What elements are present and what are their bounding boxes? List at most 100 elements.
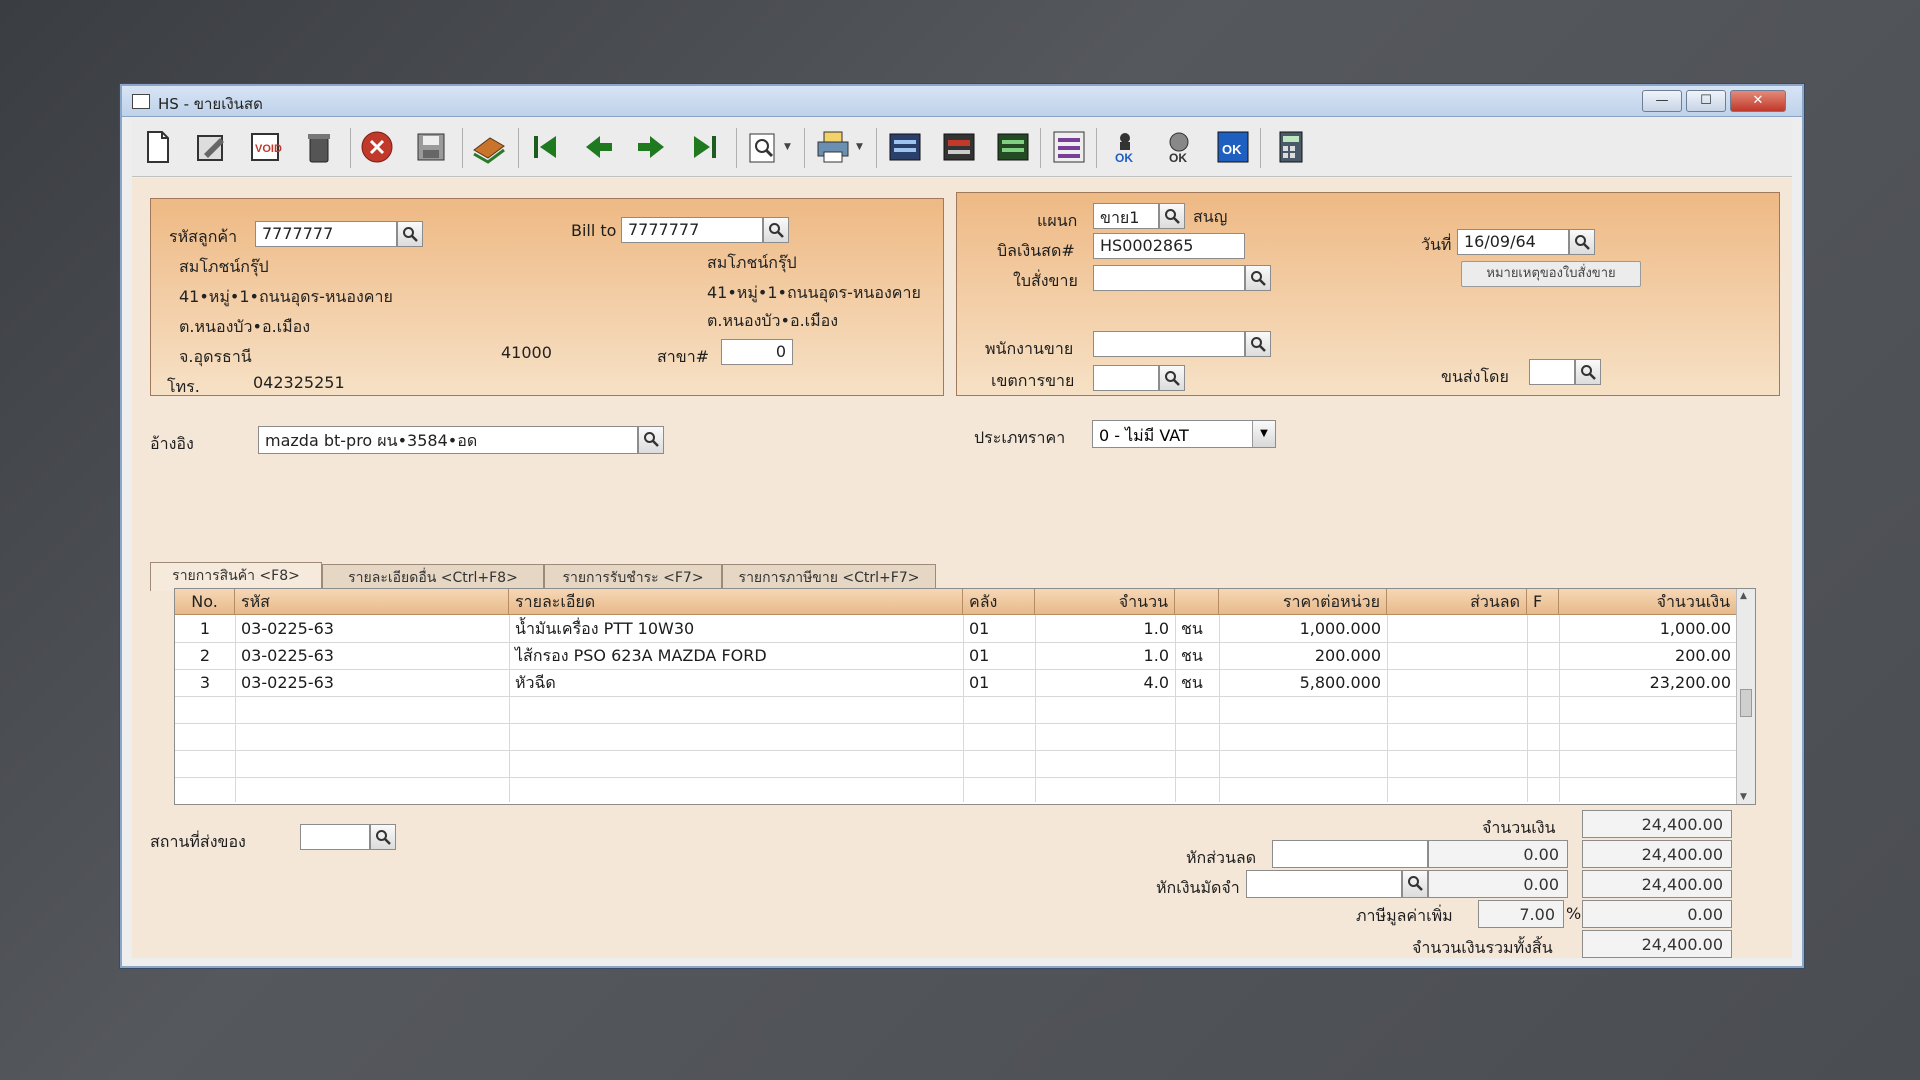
save-icon[interactable] [412, 128, 450, 166]
tab-sales-tax[interactable]: รายการภาษีขาย <Ctrl+F7> [722, 564, 936, 591]
vat-rate-field[interactable]: 7.00 [1478, 900, 1564, 928]
table-row-cell[interactable] [1527, 615, 1559, 642]
table-row-cell[interactable] [1387, 615, 1527, 642]
approve-b-icon[interactable]: OK [1160, 128, 1198, 166]
dept-field[interactable]: ขาย1 [1093, 203, 1159, 229]
next-record-icon[interactable] [632, 128, 670, 166]
date-picker-button[interactable] [1569, 229, 1595, 255]
approve-c-icon[interactable]: OK [1214, 128, 1252, 166]
grid-scrollbar[interactable]: ▲ ▼ [1736, 589, 1755, 804]
area-search-button[interactable] [1159, 365, 1185, 391]
table-row-cell[interactable]: ไส้กรอง PSO 623A MAZDA FORD [509, 642, 963, 669]
date-field[interactable]: 16/09/64 [1457, 229, 1569, 255]
col-unit-price[interactable]: ราคาต่อหน่วย [1219, 589, 1387, 615]
view-a-icon[interactable] [886, 128, 924, 166]
tab-other-details[interactable]: รายละเอียดอื่น <Ctrl+F8> [322, 564, 544, 591]
billto-search-button[interactable] [763, 217, 789, 243]
salesman-field[interactable] [1093, 331, 1245, 357]
table-row-cell[interactable]: ชน [1175, 642, 1219, 669]
table-row-cell[interactable]: ชน [1175, 669, 1219, 696]
print-dropdown-icon[interactable]: ▼ [856, 142, 863, 152]
table-row-cell[interactable]: 01 [963, 642, 1035, 669]
table-row-cell[interactable] [1527, 642, 1559, 669]
view-b-icon[interactable] [940, 128, 978, 166]
sales-order-field[interactable] [1093, 265, 1245, 291]
bill-no-field[interactable]: HS0002865 [1093, 233, 1245, 259]
col-unit[interactable] [1175, 589, 1219, 615]
table-row-cell[interactable]: 200.00 [1559, 642, 1737, 669]
chevron-down-icon[interactable]: ▼ [1252, 421, 1275, 447]
customer-code-field[interactable]: 7777777 [255, 221, 397, 247]
report-icon[interactable] [1050, 128, 1088, 166]
col-code[interactable]: รหัส [235, 589, 509, 615]
reference-search-button[interactable] [638, 426, 664, 454]
table-row-cell[interactable]: 1,000.000 [1219, 615, 1387, 642]
void-icon[interactable]: VOID [246, 128, 284, 166]
col-no[interactable]: No. [175, 589, 235, 615]
col-flag[interactable]: F [1527, 589, 1559, 615]
salesman-search-button[interactable] [1245, 331, 1271, 357]
area-field[interactable] [1093, 365, 1159, 391]
edit-icon[interactable] [192, 128, 230, 166]
chevron-down-icon[interactable]: ▼ [1740, 792, 1747, 802]
table-row-cell[interactable] [1387, 669, 1527, 696]
col-discount[interactable]: ส่วนลด [1387, 589, 1527, 615]
deposit-value-field[interactable]: 0.00 [1428, 870, 1568, 898]
sales-order-note-button[interactable]: หมายเหตุของใบสั่งขาย [1461, 261, 1641, 287]
price-type-select[interactable]: 0 - ไม่มี VAT ▼ [1092, 420, 1276, 448]
search-dropdown-icon[interactable]: ▼ [784, 142, 791, 152]
view-c-icon[interactable] [994, 128, 1032, 166]
ship-by-search-button[interactable] [1575, 359, 1601, 385]
new-document-icon[interactable] [138, 128, 176, 166]
table-row-cell[interactable]: น้ำมันเครื่อง PTT 10W30 [509, 615, 963, 642]
last-record-icon[interactable] [686, 128, 724, 166]
search-record-icon[interactable] [744, 128, 782, 166]
table-row-cell[interactable]: 03-0225-63 [235, 642, 509, 669]
discount-value-field[interactable]: 0.00 [1428, 840, 1568, 868]
table-row-cell[interactable] [1527, 669, 1559, 696]
table-row-cell[interactable]: 4.0 [1035, 669, 1175, 696]
table-row-cell[interactable]: 03-0225-63 [235, 615, 509, 642]
close-button[interactable]: ✕ [1730, 90, 1786, 112]
dept-search-button[interactable] [1159, 203, 1185, 229]
print-icon[interactable] [814, 128, 852, 166]
tab-payments[interactable]: รายการรับชำระ <F7> [544, 564, 722, 591]
table-row-cell[interactable]: 2 [175, 642, 235, 669]
table-row-cell[interactable]: 1 [175, 615, 235, 642]
col-description[interactable]: รายละเอียด [509, 589, 963, 615]
cancel-icon[interactable] [358, 128, 396, 166]
tab-items[interactable]: รายการสินค้า <F8> [150, 562, 322, 591]
delivery-place-field[interactable] [300, 824, 370, 850]
col-warehouse[interactable]: คลัง [963, 589, 1035, 615]
scroll-thumb[interactable] [1740, 689, 1752, 717]
table-row-cell[interactable]: หัวฉีด [509, 669, 963, 696]
discount-text-field[interactable] [1272, 840, 1428, 868]
minimize-button[interactable]: — [1642, 90, 1682, 112]
table-row-cell[interactable]: 03-0225-63 [235, 669, 509, 696]
approve-a-icon[interactable]: OK [1106, 128, 1144, 166]
delete-icon[interactable] [300, 128, 338, 166]
table-row-cell[interactable] [1387, 642, 1527, 669]
sales-order-search-button[interactable] [1245, 265, 1271, 291]
table-row-cell[interactable]: 3 [175, 669, 235, 696]
previous-record-icon[interactable] [580, 128, 618, 166]
first-record-icon[interactable] [526, 128, 564, 166]
customer-search-button[interactable] [397, 221, 423, 247]
deposit-search-button[interactable] [1402, 870, 1428, 898]
table-row-cell[interactable]: ชน [1175, 615, 1219, 642]
table-row-cell[interactable]: 23,200.00 [1559, 669, 1737, 696]
ship-by-field[interactable] [1529, 359, 1575, 385]
deposit-text-field[interactable] [1246, 870, 1402, 898]
col-qty[interactable]: จำนวน [1035, 589, 1175, 615]
table-row-cell[interactable]: 1.0 [1035, 642, 1175, 669]
table-row-cell[interactable]: 01 [963, 615, 1035, 642]
copy-icon[interactable] [470, 128, 508, 166]
table-row-cell[interactable]: 5,800.000 [1219, 669, 1387, 696]
chevron-up-icon[interactable]: ▲ [1740, 591, 1747, 601]
table-row-cell[interactable]: 1.0 [1035, 615, 1175, 642]
col-amount[interactable]: จำนวนเงิน [1559, 589, 1737, 615]
calculator-icon[interactable] [1272, 128, 1310, 166]
table-row-cell[interactable]: 1,000.00 [1559, 615, 1737, 642]
branch-field[interactable]: 0 [721, 339, 793, 365]
billto-code-field[interactable]: 7777777 [621, 217, 763, 243]
